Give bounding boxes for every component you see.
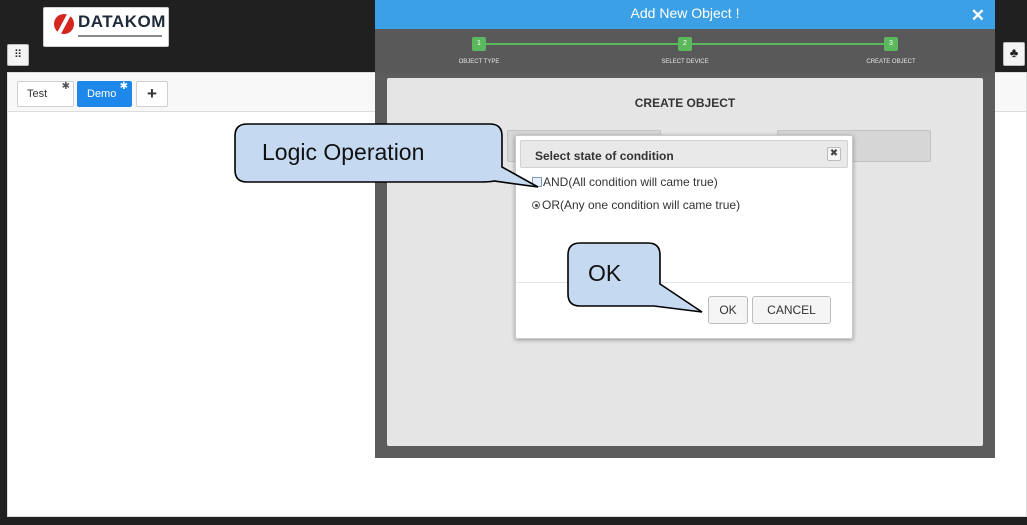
step-2-indicator: 2 (678, 37, 692, 51)
modal-header: Add New Object ! ✕ (375, 0, 995, 29)
gear-icon[interactable]: ✱ (120, 75, 128, 99)
step-1-label: OBJECT TYPE (458, 59, 500, 65)
datakom-logo-mark (54, 14, 74, 34)
add-tab-button[interactable]: + (136, 81, 168, 107)
or-option[interactable]: OR(Any one condition will came true) (532, 198, 740, 212)
cancel-button[interactable]: CANCEL (752, 296, 831, 324)
dialog-title: Select state of condition (535, 149, 674, 163)
tab-label: Demo (87, 88, 117, 100)
grid-icon: ⠿ (13, 49, 23, 61)
step-3-indicator: 3 (884, 37, 898, 51)
gear-icon[interactable]: ✱ (62, 75, 70, 99)
step-1-indicator: 1 (472, 37, 486, 51)
and-checkbox[interactable] (532, 177, 542, 187)
ok-button[interactable]: OK (708, 296, 748, 324)
step-connector (486, 43, 678, 45)
dialog-divider (516, 282, 852, 283)
or-option-label: OR(Any one condition will came true) (542, 198, 741, 212)
modal-title: Add New Object ! (630, 5, 740, 21)
datakom-logo: DATAKOM (43, 7, 169, 47)
and-option-label: AND(All condition will came true) (543, 175, 718, 189)
select-state-dialog: Select state of condition ✖ AND(All cond… (515, 135, 853, 339)
logic-operation-callout-text: Logic Operation (262, 139, 425, 165)
tab-test[interactable]: Test ✱ (17, 81, 74, 107)
step-connector (692, 43, 886, 45)
close-icon[interactable]: ✖ (827, 147, 841, 161)
step-3-label: CREATE OBJECT (866, 59, 916, 65)
or-radio[interactable] (532, 201, 540, 209)
step-2-label: SELECT DEVICE (661, 59, 709, 65)
dialog-header: Select state of condition ✖ (520, 140, 848, 168)
and-option[interactable]: AND(All condition will came true) (532, 175, 718, 189)
tab-demo[interactable]: Demo ✱ (77, 81, 132, 107)
tree-view-button[interactable]: ♣ (1003, 42, 1025, 66)
modal-subtitle: CREATE OBJECT (634, 96, 736, 110)
brand-subtitle (78, 35, 162, 37)
tab-label: Test (27, 88, 48, 100)
tree-icon: ♣ (1009, 45, 1019, 60)
wizard-stepper: 1 2 3 OBJECT TYPE SELECT DEVICE CREATE O… (375, 29, 995, 73)
apps-grid-button[interactable]: ⠿ (7, 44, 29, 66)
brand-name: DATAKOM (78, 12, 166, 31)
ok-callout-text: OK (588, 260, 622, 286)
close-icon[interactable]: ✕ (971, 2, 985, 29)
